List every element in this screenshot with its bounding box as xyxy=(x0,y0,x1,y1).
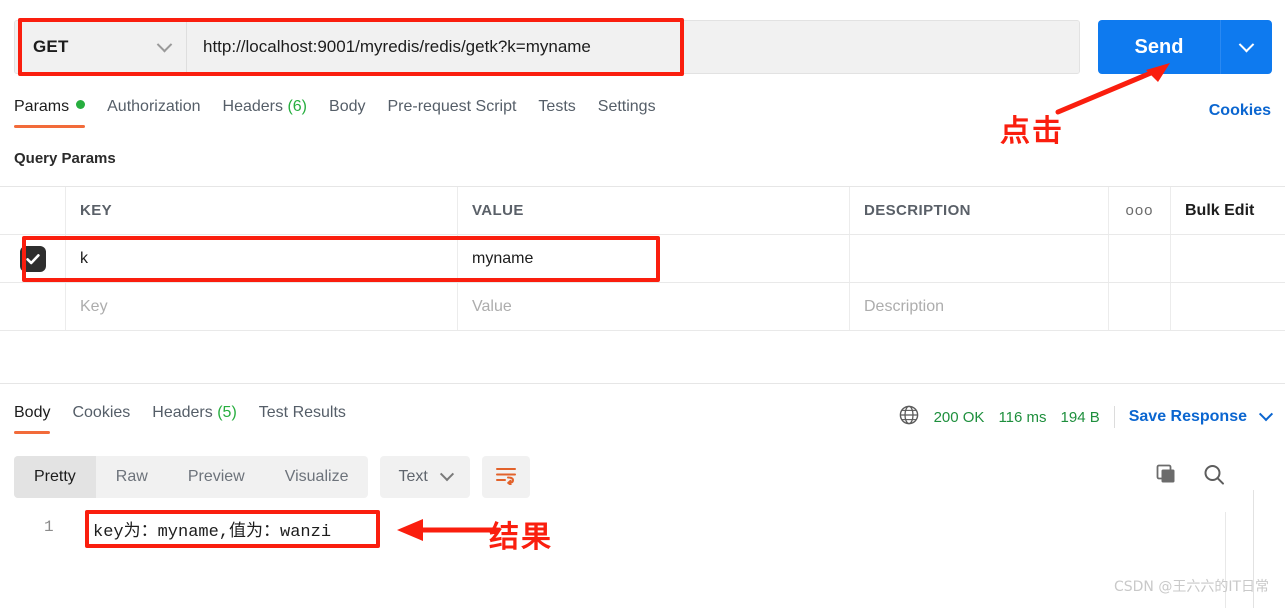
tab-body-label: Body xyxy=(329,98,366,115)
response-view-switcher: Pretty Raw Preview Visualize xyxy=(14,456,369,498)
tab-params[interactable]: Params xyxy=(14,98,107,128)
chevron-down-icon xyxy=(156,36,173,52)
http-method-dropdown[interactable]: GET xyxy=(15,21,187,73)
response-tab-body-label: Body xyxy=(14,404,51,421)
placeholder-description-input[interactable]: Description xyxy=(864,298,944,316)
response-tab-body[interactable]: Body xyxy=(14,404,72,434)
response-size: 194 B xyxy=(1060,408,1100,426)
placeholder-checkbox-cell xyxy=(0,283,66,330)
annotation-click-label: 点击 xyxy=(1000,114,1064,149)
tab-settings[interactable]: Settings xyxy=(598,98,678,128)
body-format-label: Text xyxy=(398,468,428,485)
watermark: CSDN @王六六的IT日常 xyxy=(1113,579,1269,595)
chevron-down-icon xyxy=(439,467,454,482)
column-header-value: VALUE xyxy=(472,202,524,219)
table-header-row: KEY VALUE DESCRIPTION ooo Bulk Edit xyxy=(0,187,1285,235)
query-params-title: Query Params xyxy=(14,150,116,167)
line-number: 1 xyxy=(44,518,54,536)
search-icon[interactable] xyxy=(1201,462,1227,493)
tab-pre-request-script[interactable]: Pre-request Script xyxy=(387,98,538,128)
response-tab-cookies-label: Cookies xyxy=(72,404,131,421)
copy-icon[interactable] xyxy=(1153,462,1179,493)
globe-icon xyxy=(898,404,920,430)
row-key-input[interactable]: k xyxy=(80,250,88,268)
chevron-down-icon xyxy=(1238,36,1255,52)
response-tab-test-results-label: Test Results xyxy=(258,404,346,421)
response-body-line: key为：myname,值为：wanzi xyxy=(93,523,332,542)
request-tab-bar: Params Authorization Headers (6) Body Pr… xyxy=(14,98,678,128)
row-checkbox[interactable] xyxy=(19,245,46,272)
response-tab-test-results[interactable]: Test Results xyxy=(259,404,368,434)
tab-tests[interactable]: Tests xyxy=(538,98,597,128)
cookies-link[interactable]: Cookies xyxy=(1209,102,1271,120)
response-tab-headers-label: Headers xyxy=(152,404,213,421)
tab-headers-count: (6) xyxy=(287,98,308,115)
more-options-icon[interactable]: ooo xyxy=(1125,202,1153,219)
tab-tests-label: Tests xyxy=(538,98,576,115)
request-url-bar: GET http://localhost:9001/myredis/redis/… xyxy=(14,20,1272,74)
response-body-actions xyxy=(1153,462,1227,493)
url-input[interactable]: http://localhost:9001/myredis/redis/getk… xyxy=(187,21,1079,73)
response-tab-headers[interactable]: Headers (5) xyxy=(152,404,259,434)
query-params-table: KEY VALUE DESCRIPTION ooo Bulk Edit k my… xyxy=(0,186,1285,331)
tab-pre-request-script-label: Pre-request Script xyxy=(387,98,517,115)
bulk-edit-button[interactable]: Bulk Edit xyxy=(1185,202,1254,220)
tab-body[interactable]: Body xyxy=(329,98,387,128)
view-raw-button[interactable]: Raw xyxy=(96,456,168,498)
view-preview-button[interactable]: Preview xyxy=(168,456,265,498)
tab-settings-label: Settings xyxy=(597,98,656,115)
response-status-bar: 200 OK 116 ms 194 B Save Response xyxy=(898,404,1274,430)
response-body-toolbar: Pretty Raw Preview Visualize Text xyxy=(14,456,530,498)
save-response-button[interactable]: Save Response xyxy=(1129,408,1247,426)
tab-headers[interactable]: Headers (6) xyxy=(223,98,330,128)
response-time: 116 ms xyxy=(998,408,1047,426)
column-header-key: KEY xyxy=(80,202,113,219)
view-pretty-button[interactable]: Pretty xyxy=(14,456,96,498)
column-header-description: DESCRIPTION xyxy=(864,202,971,219)
table-placeholder-row[interactable]: Key Value Description xyxy=(0,283,1285,331)
http-method-label: GET xyxy=(33,37,69,56)
response-section-divider xyxy=(0,383,1285,384)
tab-authorization[interactable]: Authorization xyxy=(107,98,222,128)
url-text: http://localhost:9001/myredis/redis/getk… xyxy=(203,37,591,56)
tab-headers-label: Headers xyxy=(222,98,283,115)
table-row[interactable]: k myname xyxy=(0,235,1285,283)
status-separator xyxy=(1113,406,1115,428)
placeholder-key-input[interactable]: Key xyxy=(80,298,108,316)
response-tab-bar: Body Cookies Headers (5) Test Results xyxy=(14,404,368,434)
status-code: 200 OK xyxy=(933,408,985,426)
response-body-content[interactable]: 1 key为：myname,值为：wanzi xyxy=(0,506,1285,576)
view-visualize-button[interactable]: Visualize xyxy=(265,456,369,498)
tab-params-label: Params xyxy=(14,98,70,115)
wrap-text-icon xyxy=(494,465,518,490)
body-format-dropdown[interactable]: Text xyxy=(380,456,470,498)
placeholder-value-input[interactable]: Value xyxy=(472,298,512,316)
chevron-down-icon[interactable] xyxy=(1258,407,1274,422)
wrap-text-button[interactable] xyxy=(481,456,530,498)
send-options-button[interactable] xyxy=(1220,20,1272,74)
annotation-result-label: 结果 xyxy=(489,520,553,555)
tab-authorization-label: Authorization xyxy=(107,98,201,115)
method-url-group: GET http://localhost:9001/myredis/redis/… xyxy=(14,20,1080,74)
unsaved-dot-icon xyxy=(76,100,86,109)
row-value-input[interactable]: myname xyxy=(472,250,533,268)
header-cell-checkbox xyxy=(0,187,66,234)
response-tab-headers-count: (5) xyxy=(217,404,237,421)
send-button-group: Send xyxy=(1098,20,1272,74)
response-tab-cookies[interactable]: Cookies xyxy=(72,404,152,434)
send-button[interactable]: Send xyxy=(1098,20,1220,74)
